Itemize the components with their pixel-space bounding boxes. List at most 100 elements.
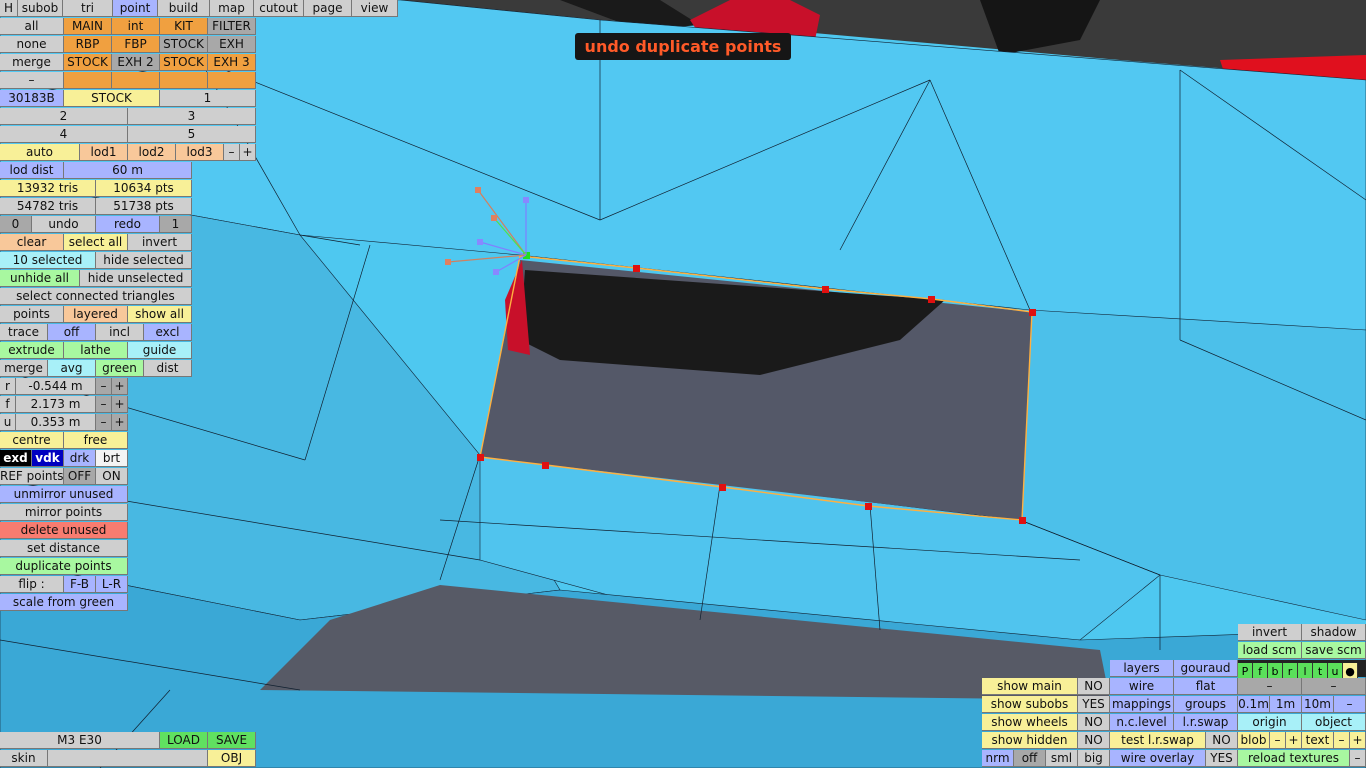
blob-minus[interactable]: –: [1270, 732, 1286, 749]
show-main-toggle[interactable]: NO: [1078, 678, 1110, 695]
coord-r-plus[interactable]: +: [112, 378, 128, 395]
coord-u-minus[interactable]: –: [96, 414, 112, 431]
dist-button[interactable]: dist: [144, 360, 192, 377]
normals-small[interactable]: sml: [1046, 750, 1078, 767]
wire-overlay-toggle[interactable]: YES: [1206, 750, 1238, 767]
text-minus[interactable]: –: [1334, 732, 1350, 749]
brt-button[interactable]: brt: [96, 450, 128, 467]
show-wheels-toggle[interactable]: NO: [1078, 714, 1110, 731]
menu-tri[interactable]: tri: [63, 0, 113, 17]
lod-plus[interactable]: +: [240, 144, 256, 161]
drk-button[interactable]: drk: [64, 450, 96, 467]
wire-overlay-button[interactable]: wire overlay: [1110, 750, 1206, 767]
test-lr-swap-toggle[interactable]: NO: [1206, 732, 1238, 749]
exd-button[interactable]: exd: [0, 450, 32, 467]
trace-excl[interactable]: excl: [144, 324, 192, 341]
group-exh2[interactable]: EXH 2: [112, 54, 160, 71]
part-slot-1[interactable]: 1: [160, 90, 256, 107]
trace-off[interactable]: off: [48, 324, 96, 341]
group-exh[interactable]: EXH: [208, 36, 256, 53]
nc-level-button[interactable]: n.c.level: [1110, 714, 1174, 731]
delete-unused-button[interactable]: delete unused: [0, 522, 128, 539]
lathe-button[interactable]: lathe: [64, 342, 128, 359]
normals-off[interactable]: off: [1014, 750, 1046, 767]
lod1[interactable]: lod1: [80, 144, 128, 161]
guide-button[interactable]: guide: [128, 342, 192, 359]
duplicate-points-button[interactable]: duplicate points: [0, 558, 128, 575]
lod-minus[interactable]: –: [224, 144, 240, 161]
mappings-button[interactable]: mappings: [1110, 696, 1174, 713]
group-stock-3[interactable]: STOCK: [160, 54, 208, 71]
coord-u-value[interactable]: 0.353 m: [16, 414, 96, 431]
coord-r-minus[interactable]: –: [96, 378, 112, 395]
ref-on-button[interactable]: ON: [96, 468, 128, 485]
menu-subob[interactable]: subob: [18, 0, 63, 17]
merge-button[interactable]: merge: [0, 54, 64, 71]
model-name[interactable]: M3 E30: [0, 732, 160, 749]
mirror-points-button[interactable]: mirror points: [0, 504, 128, 521]
lod-auto[interactable]: auto: [0, 144, 80, 161]
mode-points[interactable]: points: [0, 306, 64, 323]
select-none-button[interactable]: none: [0, 36, 64, 53]
green-button[interactable]: green: [96, 360, 144, 377]
dash-button-2[interactable]: –: [1302, 678, 1366, 695]
unmirror-unused-button[interactable]: unmirror unused: [0, 486, 128, 503]
group-empty-2[interactable]: [112, 72, 160, 89]
wire-button[interactable]: wire: [1110, 678, 1174, 695]
group-filter[interactable]: FILTER: [208, 18, 256, 35]
unhide-all-button[interactable]: unhide all: [0, 270, 80, 287]
undo-button[interactable]: undo: [32, 216, 96, 233]
group-fbp[interactable]: FBP: [112, 36, 160, 53]
set-distance-button[interactable]: set distance: [0, 540, 128, 557]
group-empty-1[interactable]: [64, 72, 112, 89]
group-exh3[interactable]: EXH 3: [208, 54, 256, 71]
coord-f-plus[interactable]: +: [112, 396, 128, 413]
save-scm-button[interactable]: save scm: [1302, 642, 1366, 659]
trace-incl[interactable]: incl: [96, 324, 144, 341]
flat-button[interactable]: flat: [1174, 678, 1238, 695]
part-slot-4[interactable]: 4: [0, 126, 128, 143]
test-lr-swap-button[interactable]: test l.r.swap: [1110, 732, 1206, 749]
menu-h[interactable]: H: [0, 0, 18, 17]
grid-1m[interactable]: 1m: [1270, 696, 1302, 713]
layers-button[interactable]: layers: [1110, 660, 1174, 677]
collapse-button[interactable]: –: [0, 72, 64, 89]
ref-off-button[interactable]: OFF: [64, 468, 96, 485]
lod-dist-value[interactable]: 60 m: [64, 162, 192, 179]
group-int[interactable]: int: [112, 18, 160, 35]
grid-01m[interactable]: 0.1m: [1238, 696, 1270, 713]
flip-lr-button[interactable]: L-R: [96, 576, 128, 593]
merge-points-button[interactable]: merge: [0, 360, 48, 377]
show-subobs-toggle[interactable]: YES: [1078, 696, 1110, 713]
select-all-points-button[interactable]: select all: [64, 234, 128, 251]
lod2[interactable]: lod2: [128, 144, 176, 161]
group-stock-2[interactable]: STOCK: [64, 54, 112, 71]
shadow-button[interactable]: shadow: [1302, 624, 1366, 641]
grid-minus[interactable]: –: [1334, 696, 1366, 713]
group-stock[interactable]: STOCK: [160, 36, 208, 53]
groups-button[interactable]: groups: [1174, 696, 1238, 713]
part-slot-5[interactable]: 5: [128, 126, 256, 143]
select-connected-button[interactable]: select connected triangles: [0, 288, 192, 305]
group-main[interactable]: MAIN: [64, 18, 112, 35]
menu-map[interactable]: map: [210, 0, 254, 17]
group-empty-4[interactable]: [208, 72, 256, 89]
part-code[interactable]: 30183B: [0, 90, 64, 107]
group-empty-3[interactable]: [160, 72, 208, 89]
avg-button[interactable]: avg: [48, 360, 96, 377]
text-plus[interactable]: +: [1350, 732, 1366, 749]
part-slot-2[interactable]: 2: [0, 108, 128, 125]
lod3[interactable]: lod3: [176, 144, 224, 161]
centre-button[interactable]: centre: [0, 432, 64, 449]
menu-view[interactable]: view: [352, 0, 398, 17]
mode-layered[interactable]: layered: [64, 306, 128, 323]
load-button[interactable]: LOAD: [160, 732, 208, 749]
lr-swap-button[interactable]: l.r.swap: [1174, 714, 1238, 731]
coord-r-value[interactable]: -0.544 m: [16, 378, 96, 395]
select-all-button[interactable]: all: [0, 18, 64, 35]
redo-button[interactable]: redo: [96, 216, 160, 233]
load-scm-button[interactable]: load scm: [1238, 642, 1302, 659]
vdk-button[interactable]: vdk: [32, 450, 64, 467]
show-hidden-toggle[interactable]: NO: [1078, 732, 1110, 749]
coord-f-minus[interactable]: –: [96, 396, 112, 413]
